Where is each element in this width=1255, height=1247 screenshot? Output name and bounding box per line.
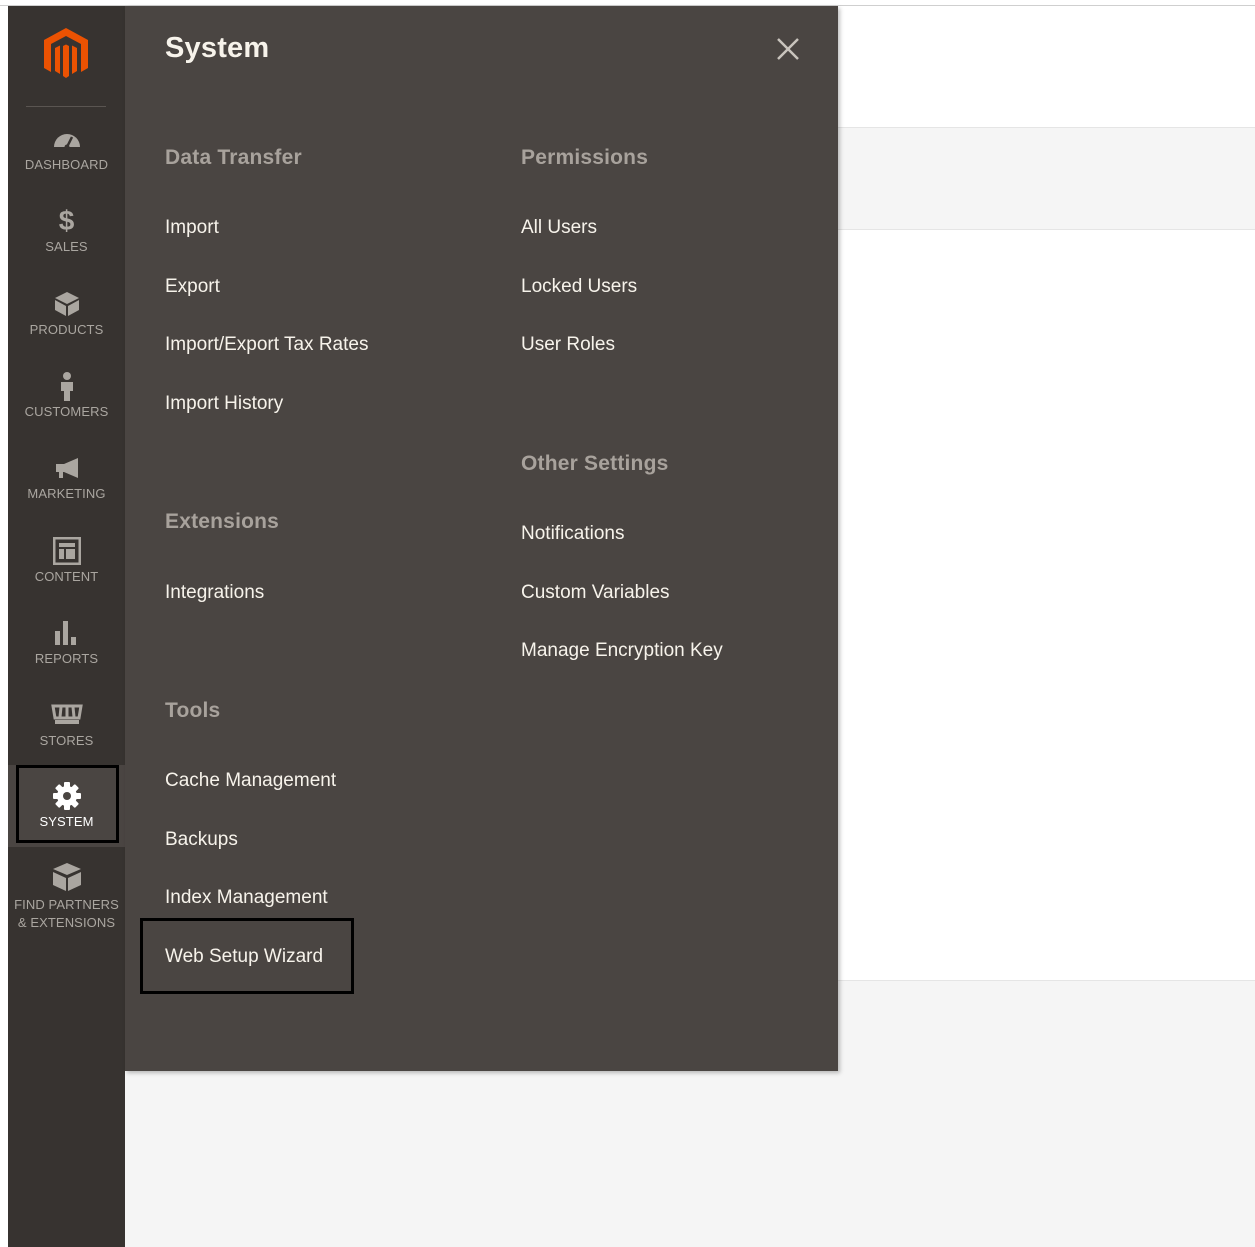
menu-link-user-roles[interactable]: User Roles bbox=[521, 334, 615, 356]
menu-link-locked-users[interactable]: Locked Users bbox=[521, 276, 637, 298]
bar-chart-icon bbox=[8, 618, 125, 648]
group-title-data-transfer: Data Transfer bbox=[165, 146, 302, 169]
menu-link-notifications[interactable]: Notifications bbox=[521, 523, 625, 545]
admin-sidebar: DASHBOARD $ SALES PRODUCTS CUSTOMERS MAR… bbox=[8, 6, 125, 1247]
group-title-permissions: Permissions bbox=[521, 146, 649, 169]
layout-icon bbox=[8, 536, 125, 566]
nav-label-stores: STORES bbox=[39, 733, 94, 748]
storefront-icon bbox=[8, 700, 125, 730]
system-flyout-panel: System Data Transfer Import Export Impor… bbox=[125, 6, 838, 1071]
close-icon[interactable] bbox=[775, 36, 801, 62]
nav-item-products[interactable]: PRODUCTS bbox=[8, 289, 125, 371]
menu-link-index-management[interactable]: Index Management bbox=[165, 887, 328, 909]
menu-link-import[interactable]: Import bbox=[165, 217, 219, 239]
nav-item-content[interactable]: CONTENT bbox=[8, 536, 125, 618]
nav-label-dashboard: DASHBOARD bbox=[24, 157, 109, 172]
cube-icon bbox=[8, 289, 125, 319]
menu-link-cache-management[interactable]: Cache Management bbox=[165, 770, 336, 792]
group-title-tools: Tools bbox=[165, 699, 221, 722]
menu-link-manage-encryption-key[interactable]: Manage Encryption Key bbox=[521, 640, 723, 662]
nav-item-find-partners[interactable]: FIND PARTNERS & EXTENSIONS bbox=[8, 862, 125, 942]
nav-label-system: SYSTEM bbox=[39, 814, 94, 829]
menu-link-import-export-tax-rates[interactable]: Import/Export Tax Rates bbox=[165, 334, 368, 356]
flyout-title: System bbox=[165, 32, 270, 64]
logo-divider bbox=[26, 106, 106, 107]
nav-item-customers[interactable]: CUSTOMERS bbox=[8, 371, 125, 453]
person-icon bbox=[8, 371, 125, 401]
menu-link-export[interactable]: Export bbox=[165, 276, 220, 298]
speedometer-icon bbox=[8, 124, 125, 154]
menu-link-all-users[interactable]: All Users bbox=[521, 217, 597, 239]
nav-label-reports: REPORTS bbox=[34, 651, 99, 666]
dollar-icon: $ bbox=[58, 205, 75, 236]
menu-link-backups[interactable]: Backups bbox=[165, 829, 238, 851]
magento-logo-icon[interactable] bbox=[41, 26, 91, 82]
boxes-icon bbox=[8, 862, 125, 892]
nav-label-marketing: MARKETING bbox=[27, 486, 106, 501]
nav-item-reports[interactable]: REPORTS bbox=[8, 618, 125, 700]
nav-item-system[interactable]: SYSTEM bbox=[8, 765, 125, 847]
menu-link-integrations[interactable]: Integrations bbox=[165, 582, 264, 604]
nav-item-dashboard[interactable]: DASHBOARD bbox=[8, 124, 125, 206]
nav-label-sales: SALES bbox=[45, 239, 88, 254]
nav-label-products: PRODUCTS bbox=[29, 322, 104, 337]
group-title-other-settings: Other Settings bbox=[521, 452, 669, 475]
menu-link-import-history[interactable]: Import History bbox=[165, 393, 283, 415]
nav-label-find-partners-line2: & EXTENSIONS bbox=[17, 915, 116, 930]
menu-link-custom-variables[interactable]: Custom Variables bbox=[521, 582, 670, 604]
nav-label-customers: CUSTOMERS bbox=[24, 404, 109, 419]
nav-label-content: CONTENT bbox=[34, 569, 99, 584]
menu-link-web-setup-wizard[interactable]: Web Setup Wizard bbox=[165, 946, 323, 968]
group-title-extensions: Extensions bbox=[165, 510, 280, 533]
gear-icon bbox=[8, 781, 125, 811]
nav-label-find-partners-line1: FIND PARTNERS bbox=[14, 897, 119, 912]
nav-label-find-partners: FIND PARTNERS & EXTENSIONS bbox=[8, 896, 125, 932]
megaphone-icon bbox=[8, 453, 125, 483]
nav-item-marketing[interactable]: MARKETING bbox=[8, 453, 125, 535]
nav-item-sales[interactable]: $ SALES bbox=[8, 206, 125, 288]
page-header-band bbox=[838, 127, 1255, 230]
